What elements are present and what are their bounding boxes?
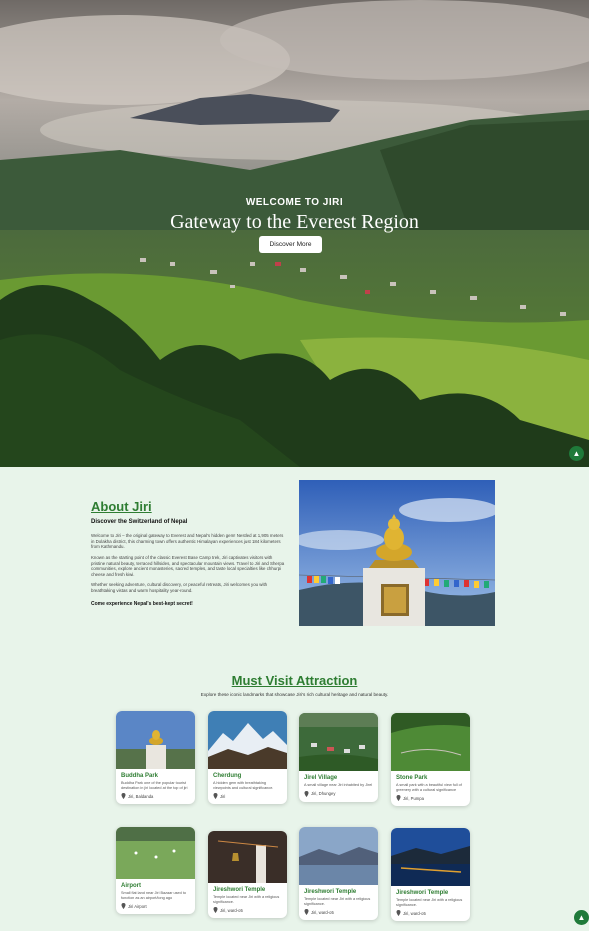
location-pin-icon bbox=[304, 909, 309, 916]
attraction-card[interactable]: Jireshwori Temple Temple located near Ji… bbox=[299, 827, 378, 921]
stone-park-image bbox=[391, 713, 470, 771]
card-title: Jireshwori Temple bbox=[213, 887, 266, 893]
card-description: Small flat land near Jiri Bazaar used to… bbox=[121, 891, 187, 900]
card-title: Stone Park bbox=[396, 775, 428, 781]
attraction-card[interactable]: Airport Small flat land near Jiri Bazaar… bbox=[116, 827, 195, 915]
card-title: Cherdung bbox=[213, 773, 242, 779]
chevron-up-icon: ▲ bbox=[577, 913, 586, 922]
card-location: Jiri, ward-o5 bbox=[311, 909, 334, 915]
about-paragraph-1: Welcome to Jiri – the original gateway t… bbox=[91, 533, 284, 550]
hero-section: WELCOME TO JIRI Gateway to the Everest R… bbox=[0, 0, 589, 467]
about-paragraph-2: Known as the starting point of the class… bbox=[91, 555, 285, 577]
card-description: A hidden gem with breathtaking viewpoint… bbox=[213, 781, 274, 790]
card-location: Jiri, Pumpa bbox=[403, 795, 424, 801]
location-pin-icon bbox=[121, 903, 126, 910]
attractions-description: Explore these iconic landmarks that show… bbox=[200, 692, 389, 697]
card-title: Airport bbox=[121, 883, 141, 889]
card-description: Temple located near Jiri with a religiou… bbox=[304, 897, 371, 906]
location-pin-icon bbox=[396, 910, 401, 917]
hero-title: Gateway to the Everest Region bbox=[170, 211, 419, 233]
jirel-village-image bbox=[299, 713, 378, 771]
attractions-title: Must Visit Attraction bbox=[231, 673, 358, 688]
location-pin-icon bbox=[213, 793, 218, 800]
chevron-up-icon: ▲ bbox=[572, 449, 581, 458]
about-title: About Jiri bbox=[91, 499, 152, 514]
card-location: Jiri Airport bbox=[128, 903, 147, 909]
airport-image bbox=[116, 827, 195, 879]
scroll-to-top-button[interactable]: ▲ bbox=[569, 446, 584, 461]
attraction-card[interactable]: Stone Park A small park with a beautiful… bbox=[391, 713, 470, 807]
attraction-card[interactable]: Jireshwori Temple Temple located near Ji… bbox=[208, 831, 287, 919]
jireshwori-temple-bell-image bbox=[208, 831, 287, 883]
card-location: Jiri, Baldanda bbox=[128, 793, 154, 799]
jireshwori-temple-sunset-image bbox=[391, 828, 470, 886]
buddha-statue-image bbox=[299, 480, 495, 626]
hero-welcome-text: WELCOME TO JIRI bbox=[245, 197, 344, 208]
card-description: Buddha Park one of the popular tourist d… bbox=[121, 781, 188, 790]
card-location: Jiri bbox=[220, 793, 226, 799]
card-location: Jiri, ward-o5 bbox=[220, 907, 243, 913]
about-cta-text: Come experience Nepal's best-kept secret… bbox=[91, 601, 193, 607]
about-subtitle: Discover the Switzerland of Nepal bbox=[91, 519, 188, 525]
card-title: Jireshwori Temple bbox=[396, 890, 449, 896]
card-location: Jiri, ward-o5 bbox=[403, 910, 426, 916]
scroll-to-top-button[interactable]: ▲ bbox=[574, 910, 589, 925]
discover-more-button[interactable]: Discover More bbox=[259, 236, 322, 253]
card-title: Jireshwori Temple bbox=[304, 889, 357, 895]
card-title: Jirel Village bbox=[304, 775, 338, 781]
card-title: Buddha Park bbox=[121, 773, 159, 779]
location-pin-icon bbox=[304, 790, 309, 797]
attraction-card[interactable]: Cherdung A hidden gem with breathtaking … bbox=[208, 711, 287, 805]
about-paragraph-3: Whether seeking adventure, cultural disc… bbox=[91, 582, 268, 593]
card-description: A small village near Jiri inhabited by J… bbox=[304, 783, 373, 787]
attraction-card[interactable]: Buddha Park Buddha Park one of the popul… bbox=[116, 711, 195, 805]
cherdung-image bbox=[208, 711, 287, 769]
location-pin-icon bbox=[396, 795, 401, 802]
card-description: Temple located near Jiri with a religiou… bbox=[396, 898, 463, 907]
card-description: Temple located near Jiri with a religiou… bbox=[213, 895, 280, 904]
buddha-park-image bbox=[116, 711, 195, 769]
card-location: Jiri, Dhungey bbox=[311, 791, 336, 797]
card-description: A small park with a beautiful view full … bbox=[396, 783, 462, 792]
attraction-card[interactable]: Jirel Village A small village near Jiri … bbox=[299, 713, 378, 802]
attraction-card[interactable]: Jireshwori Temple Temple located near Ji… bbox=[391, 828, 470, 922]
location-pin-icon bbox=[121, 793, 126, 800]
location-pin-icon bbox=[213, 907, 218, 914]
jireshwori-temple-lake-image bbox=[299, 827, 378, 885]
